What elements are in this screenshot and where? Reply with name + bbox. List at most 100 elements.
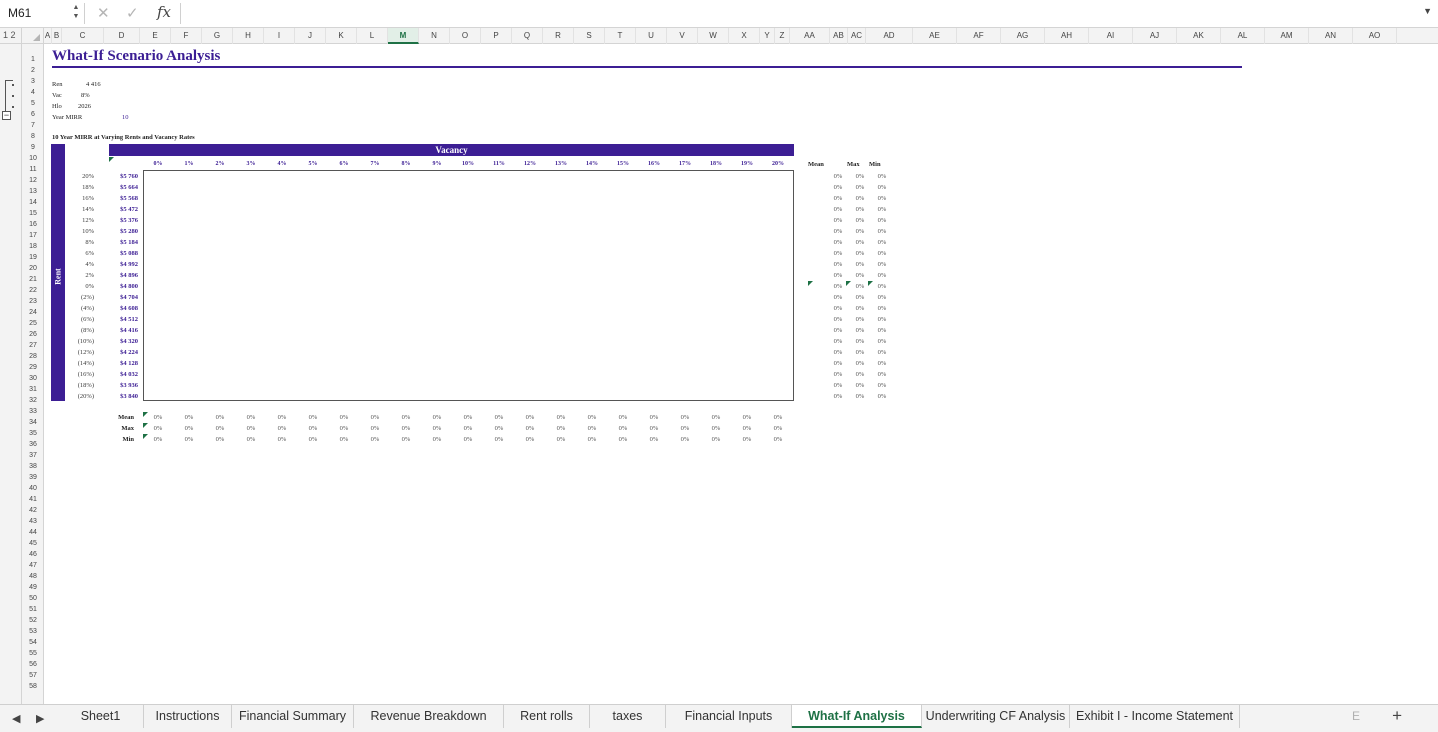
row-header[interactable]: 17 bbox=[22, 230, 43, 241]
row-header[interactable]: 19 bbox=[22, 252, 43, 263]
row-header[interactable]: 5 bbox=[22, 98, 43, 109]
row-header[interactable]: 26 bbox=[22, 329, 43, 340]
column-header-al[interactable]: AL bbox=[1221, 28, 1265, 44]
column-header-ad[interactable]: AD bbox=[866, 28, 913, 44]
sheet-grid[interactable]: What-If Scenario Analysis Ren 4 416 Vac … bbox=[44, 44, 1438, 704]
column-header-z[interactable]: Z bbox=[775, 28, 790, 44]
sheet-tab-financial-summary[interactable]: Financial Summary bbox=[232, 705, 354, 728]
input-value[interactable]: 10 bbox=[122, 112, 129, 123]
column-header-c[interactable]: C bbox=[62, 28, 104, 44]
row-header[interactable]: 25 bbox=[22, 318, 43, 329]
row-header[interactable]: 14 bbox=[22, 197, 43, 208]
column-header-f[interactable]: F bbox=[171, 28, 202, 44]
column-header-b[interactable]: B bbox=[52, 28, 62, 44]
input-value[interactable]: 2026 bbox=[78, 101, 91, 112]
column-header-aa[interactable]: AA bbox=[790, 28, 830, 44]
row-header[interactable]: 1 bbox=[22, 54, 43, 65]
sheet-tab-sheet1[interactable]: Sheet1 bbox=[58, 705, 144, 728]
row-header[interactable]: 23 bbox=[22, 296, 43, 307]
row-header[interactable]: 37 bbox=[22, 450, 43, 461]
column-header-ai[interactable]: AI bbox=[1089, 28, 1133, 44]
column-header-aj[interactable]: AJ bbox=[1133, 28, 1177, 44]
formula-input[interactable] bbox=[184, 4, 1404, 24]
column-header-g[interactable]: G bbox=[202, 28, 233, 44]
input-value[interactable]: 4 416 bbox=[86, 79, 101, 90]
row-header[interactable]: 32 bbox=[22, 395, 43, 406]
data-table-region[interactable] bbox=[143, 170, 794, 401]
column-header-ab[interactable]: AB bbox=[830, 28, 848, 44]
sheet-tab-instructions[interactable]: Instructions bbox=[144, 705, 232, 728]
column-header-ah[interactable]: AH bbox=[1045, 28, 1089, 44]
row-header[interactable]: 24 bbox=[22, 307, 43, 318]
column-header-ag[interactable]: AG bbox=[1001, 28, 1045, 44]
column-header-am[interactable]: AM bbox=[1265, 28, 1309, 44]
column-header-t[interactable]: T bbox=[605, 28, 636, 44]
column-header-ac[interactable]: AC bbox=[848, 28, 866, 44]
row-header[interactable]: 2 bbox=[22, 65, 43, 76]
row-header[interactable]: 9 bbox=[22, 142, 43, 153]
row-header[interactable]: 27 bbox=[22, 340, 43, 351]
row-header[interactable]: 49 bbox=[22, 582, 43, 593]
row-header[interactable]: 53 bbox=[22, 626, 43, 637]
sheet-tab-revenue-breakdown[interactable]: Revenue Breakdown bbox=[354, 705, 504, 728]
add-sheet-button[interactable]: + bbox=[1392, 706, 1402, 726]
outline-level-buttons[interactable]: 1 2 bbox=[0, 28, 22, 44]
outline-collapse-icon[interactable]: − bbox=[2, 111, 11, 120]
column-header-x[interactable]: X bbox=[729, 28, 760, 44]
row-header[interactable]: 48 bbox=[22, 571, 43, 582]
select-all-button[interactable] bbox=[22, 28, 44, 44]
close-icon[interactable]: ✕ bbox=[97, 4, 110, 22]
row-header[interactable]: 22 bbox=[22, 285, 43, 296]
column-header-ak[interactable]: AK bbox=[1177, 28, 1221, 44]
row-header[interactable]: 40 bbox=[22, 483, 43, 494]
row-header[interactable]: 8 bbox=[22, 131, 43, 142]
column-header-i[interactable]: I bbox=[264, 28, 295, 44]
row-header[interactable]: 6 bbox=[22, 109, 43, 120]
row-header[interactable]: 43 bbox=[22, 516, 43, 527]
row-header[interactable]: 36 bbox=[22, 439, 43, 450]
row-header[interactable]: 38 bbox=[22, 461, 43, 472]
column-header-d[interactable]: D bbox=[104, 28, 140, 44]
column-header-s[interactable]: S bbox=[574, 28, 605, 44]
column-header-k[interactable]: K bbox=[326, 28, 357, 44]
row-header[interactable]: 44 bbox=[22, 527, 43, 538]
row-header[interactable]: 35 bbox=[22, 428, 43, 439]
row-header[interactable]: 51 bbox=[22, 604, 43, 615]
row-header[interactable]: 10 bbox=[22, 153, 43, 164]
column-header-an[interactable]: AN bbox=[1309, 28, 1353, 44]
row-header[interactable]: 29 bbox=[22, 362, 43, 373]
row-header[interactable]: 56 bbox=[22, 659, 43, 670]
sheet-tab-rent-rolls[interactable]: Rent rolls bbox=[504, 705, 590, 728]
function-icon[interactable]: fx bbox=[157, 3, 171, 21]
column-header-q[interactable]: Q bbox=[512, 28, 543, 44]
scroll-left-icon[interactable]: ◀ bbox=[12, 712, 20, 725]
row-header[interactable]: 41 bbox=[22, 494, 43, 505]
column-header-af[interactable]: AF bbox=[957, 28, 1001, 44]
row-header[interactable]: 55 bbox=[22, 648, 43, 659]
column-header-j[interactable]: J bbox=[295, 28, 326, 44]
column-header-h[interactable]: H bbox=[233, 28, 264, 44]
column-header-n[interactable]: N bbox=[419, 28, 450, 44]
column-header-o[interactable]: O bbox=[450, 28, 481, 44]
row-header[interactable]: 7 bbox=[22, 120, 43, 131]
column-header-a[interactable]: A bbox=[44, 28, 52, 44]
row-header[interactable]: 52 bbox=[22, 615, 43, 626]
row-header[interactable]: 57 bbox=[22, 670, 43, 681]
column-header-w[interactable]: W bbox=[698, 28, 729, 44]
row-header[interactable]: 31 bbox=[22, 384, 43, 395]
row-header[interactable]: 33 bbox=[22, 406, 43, 417]
row-header[interactable]: 54 bbox=[22, 637, 43, 648]
column-header-ao[interactable]: AO bbox=[1353, 28, 1397, 44]
input-value[interactable]: 8% bbox=[81, 90, 90, 101]
row-header[interactable]: 28 bbox=[22, 351, 43, 362]
tab-overflow[interactable]: E bbox=[1352, 705, 1366, 728]
column-header-r[interactable]: R bbox=[543, 28, 574, 44]
column-header-e[interactable]: E bbox=[140, 28, 171, 44]
sheet-tab-what-if-analysis[interactable]: What-If Analysis bbox=[792, 705, 922, 728]
row-header[interactable]: 50 bbox=[22, 593, 43, 604]
check-icon[interactable]: ✓ bbox=[126, 4, 139, 22]
row-header[interactable]: 20 bbox=[22, 263, 43, 274]
chevron-down-icon[interactable]: ▼ bbox=[1423, 6, 1432, 16]
name-box-stepper-icon[interactable]: ▲ ▼ bbox=[70, 3, 82, 24]
column-header-p[interactable]: P bbox=[481, 28, 512, 44]
